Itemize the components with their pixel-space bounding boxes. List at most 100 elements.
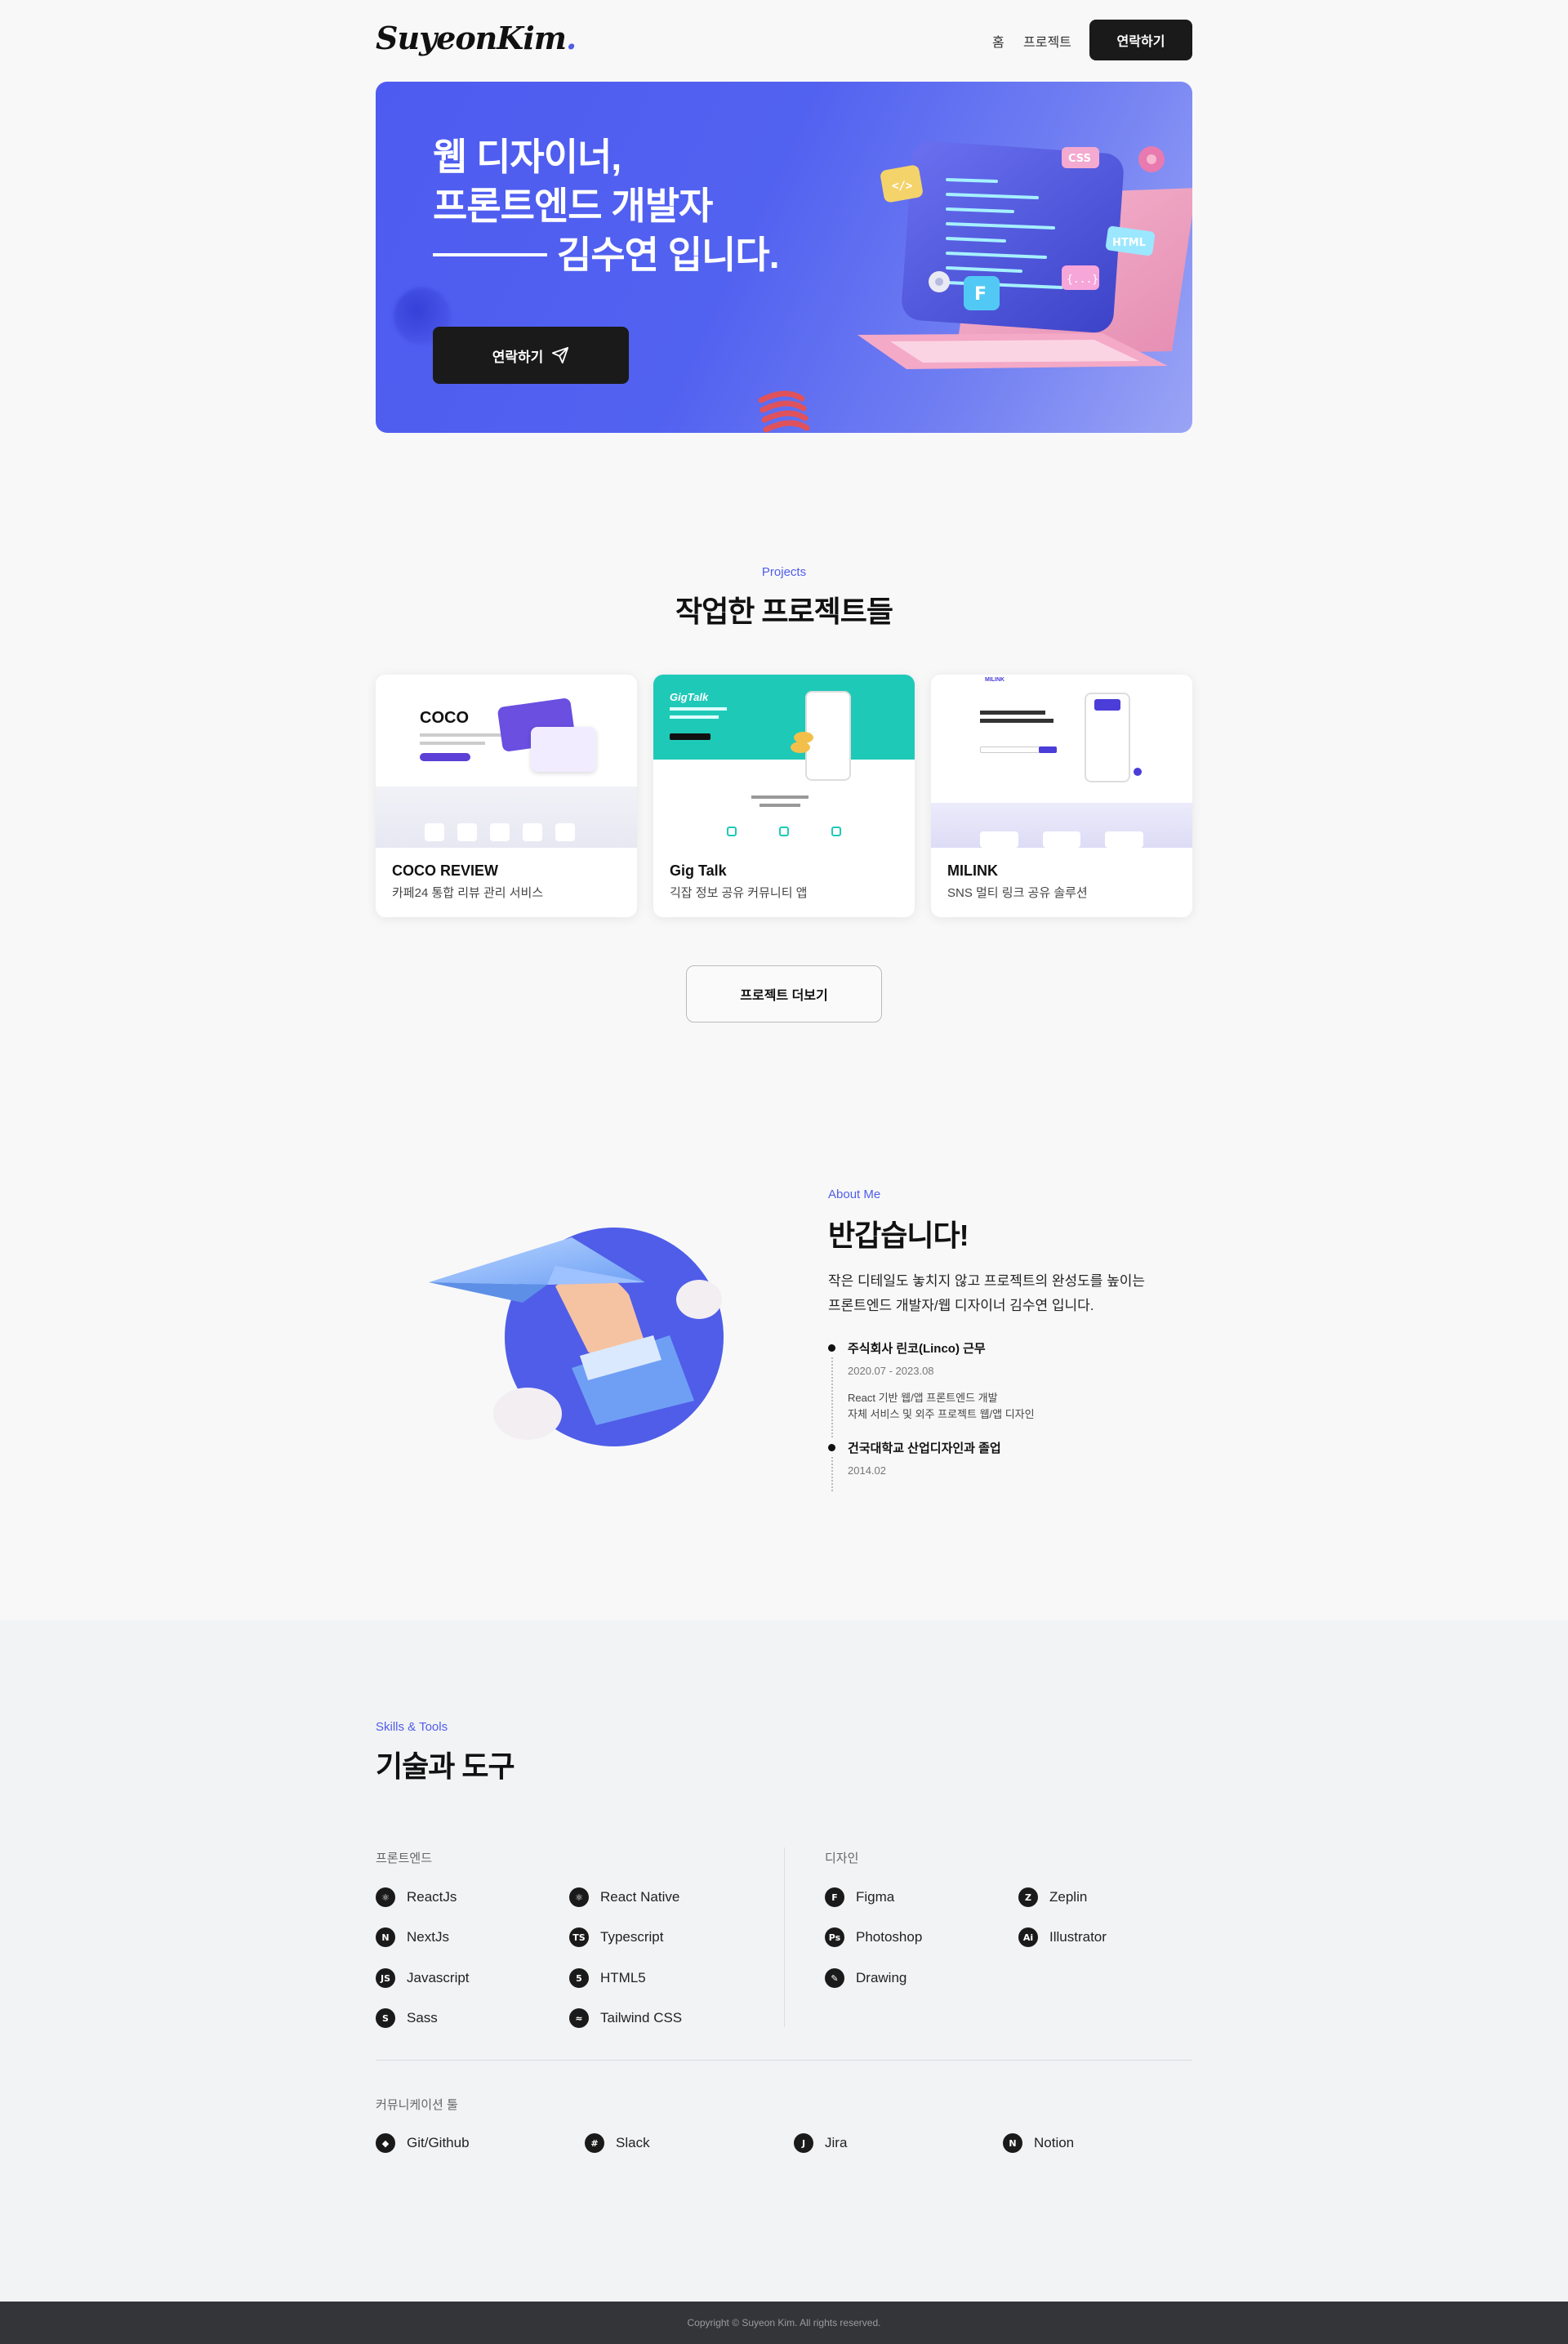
timeline-date: 2020.07 - 2023.08 [848, 1365, 934, 1377]
skill-react-native: ⚛ React Native [569, 1887, 679, 1907]
skill-name: Illustrator [1049, 1929, 1107, 1945]
project-desc: 긱잡 정보 공유 커뮤니티 앱 [670, 886, 808, 900]
header-contact-button[interactable]: 연락하기 [1089, 20, 1192, 60]
project-thumb-milink: MILINK [931, 675, 1192, 848]
about-eyebrow: About Me [828, 1188, 881, 1201]
hero-title-line2: 프론트엔드 개발자 [433, 185, 713, 227]
skill-name: Notion [1034, 2135, 1075, 2150]
project-desc: SNS 멀티 링크 공유 솔루션 [947, 886, 1088, 900]
skill-git: ◆ Git/Github [376, 2133, 470, 2153]
skill-name: Tailwind CSS [600, 2010, 683, 2025]
skill-name: NextJs [407, 1929, 449, 1945]
timeline-desc-line: React 기반 웹/앱 프론트엔드 개발 [848, 1392, 998, 1404]
milink-brand: MILINK [985, 677, 1005, 683]
skill-nextjs: N NextJs [376, 1927, 449, 1947]
skills-divider-horizontal [376, 2060, 1192, 2061]
skill-figma: F Figma [825, 1887, 894, 1907]
skill-notion: N Notion [1003, 2133, 1074, 2153]
notion-icon: N [1003, 2133, 1022, 2153]
zeplin-icon: Z [1018, 1887, 1038, 1907]
braces-tag: {...} [1067, 274, 1098, 286]
project-name: COCO REVIEW [392, 862, 499, 879]
nav-home-link[interactable]: 홈 [992, 31, 1004, 51]
skill-name: Figma [856, 1889, 895, 1905]
footer-copyright: Copyright © Suyeon Kim. All rights reser… [687, 2317, 881, 2328]
about-intro: 작은 디테일도 놓치지 않고 프로젝트의 완성도를 높이는 프론트엔드 개발자/… [828, 1269, 1145, 1318]
about-intro-line1: 작은 디테일도 놓치지 않고 프로젝트의 완성도를 높이는 [828, 1273, 1146, 1289]
timeline-desc: React 기반 웹/앱 프론트엔드 개발 자체 서비스 및 외주 프로젝트 웹… [848, 1390, 1318, 1423]
css-tag: CSS [1068, 153, 1091, 165]
timeline-desc-line: 자체 서비스 및 외주 프로젝트 웹/앱 디자인 [848, 1408, 1035, 1420]
project-thumb-gigtalk: GigTalk [653, 675, 915, 848]
skill-reactjs: ⚛ ReactJs [376, 1887, 457, 1907]
javascript-icon: JS [376, 1968, 395, 1988]
projects-title: 작업한 프로젝트들 [675, 595, 893, 628]
skill-name: Drawing [856, 1970, 907, 1985]
skill-name: ReactJs [407, 1889, 457, 1905]
project-desc: 카페24 통합 리뷰 관리 서비스 [392, 886, 544, 900]
skill-name: Jira [825, 2135, 848, 2150]
hero-contact-button[interactable]: 연락하기 [433, 327, 629, 384]
project-card-gigtalk[interactable]: GigTalk Gig Talk 긱잡 정보 공유 커뮤니티 앱 [653, 675, 915, 917]
send-icon [552, 346, 569, 364]
skill-photoshop: Ps Photoshop [825, 1927, 922, 1947]
jira-icon: J [794, 2133, 813, 2153]
skill-jira: J Jira [794, 2133, 847, 2153]
projects-eyebrow: Projects [761, 565, 807, 579]
skills-divider-vertical [784, 1847, 785, 2027]
figma-icon: F [825, 1887, 844, 1907]
frontend-label: 프론트엔드 [376, 1852, 433, 1865]
skills-title: 기술과 도구 [376, 1749, 515, 1783]
skill-name: Photoshop [856, 1929, 923, 1945]
comm-label: 커뮤니케이션 툴 [376, 2098, 458, 2112]
sass-icon: S [376, 2008, 395, 2028]
paper-plane-illustration [429, 1228, 724, 1446]
hero-banner: 웹 디자이너, 프론트엔드 개발자 김수연 입니다. 연락하기 </> CSS [376, 82, 1192, 433]
project-thumb-coco: COCO [376, 675, 637, 848]
gigtalk-brand: GigTalk [670, 691, 709, 703]
skill-name: Sass [407, 2010, 438, 2025]
skill-name: Git/Github [407, 2135, 470, 2150]
site-logo[interactable]: SuyeonKim. [376, 20, 577, 56]
skill-name: Zeplin [1049, 1889, 1088, 1905]
hero-title-line1: 웹 디자이너, [433, 136, 621, 178]
timeline-title: 주식회사 린코(Linco) 근무 [848, 1342, 986, 1356]
about-intro-line2: 프론트엔드 개발자/웹 디자이너 김수연 입니다. [828, 1298, 1094, 1313]
project-card-coco[interactable]: COCO COCO REVIEW 카페24 통합 리뷰 관리 서비스 [376, 675, 637, 917]
skill-javascript: JS Javascript [376, 1968, 470, 1988]
skill-sass: S Sass [376, 2008, 438, 2028]
skills-eyebrow: Skills & Tools [376, 1720, 448, 1734]
nav-projects-link[interactable]: 프로젝트 [1023, 31, 1071, 51]
figma-tag: F [974, 284, 987, 305]
html5-icon: 5 [569, 1968, 589, 1988]
timeline-date: 2014.02 [848, 1464, 886, 1477]
about-title: 반갑습니다! [828, 1219, 969, 1252]
laptop-illustration: </> CSS HTML {...} F [858, 140, 1192, 369]
hero-contact-label: 연락하기 [492, 349, 544, 365]
drawing-icon: ✎ [825, 1968, 844, 1988]
skill-drawing: ✎ Drawing [825, 1968, 906, 1988]
skill-html5: 5 HTML5 [569, 1968, 646, 1988]
illustrator-icon: Ai [1018, 1927, 1038, 1947]
project-name: Gig Talk [670, 862, 727, 879]
skill-slack: # Slack [585, 2133, 650, 2153]
skill-name: Typescript [600, 1929, 664, 1945]
more-projects-button[interactable]: 프로젝트 더보기 [686, 965, 882, 1023]
project-card-milink[interactable]: MILINK MILINK SNS 멀티 링크 공유 솔루션 [931, 675, 1192, 917]
code-tag: </> [892, 180, 912, 193]
coco-brand: COCO [420, 709, 469, 727]
html-tag: HTML [1112, 237, 1146, 249]
skill-name: Slack [616, 2135, 650, 2150]
project-name: MILINK [947, 862, 998, 879]
timeline-item: 건국대학교 산업디자인과 졸업 2014.02 [828, 1439, 1318, 1491]
hero-title: 웹 디자이너, 프론트엔드 개발자 김수연 입니다. [433, 132, 779, 279]
career-timeline: 주식회사 린코(Linco) 근무 2020.07 - 2023.08 Reac… [828, 1339, 1318, 1493]
timeline-title: 건국대학교 산업디자인과 졸업 [848, 1442, 1001, 1455]
skill-illustrator: Ai Illustrator [1018, 1927, 1107, 1947]
skill-typescript: TS Typescript [569, 1927, 663, 1947]
typescript-icon: TS [569, 1927, 589, 1947]
logo-dot: . [565, 20, 577, 56]
react-native-icon: ⚛ [569, 1887, 589, 1907]
skill-name: HTML5 [600, 1970, 646, 1985]
slack-icon: # [585, 2133, 604, 2153]
